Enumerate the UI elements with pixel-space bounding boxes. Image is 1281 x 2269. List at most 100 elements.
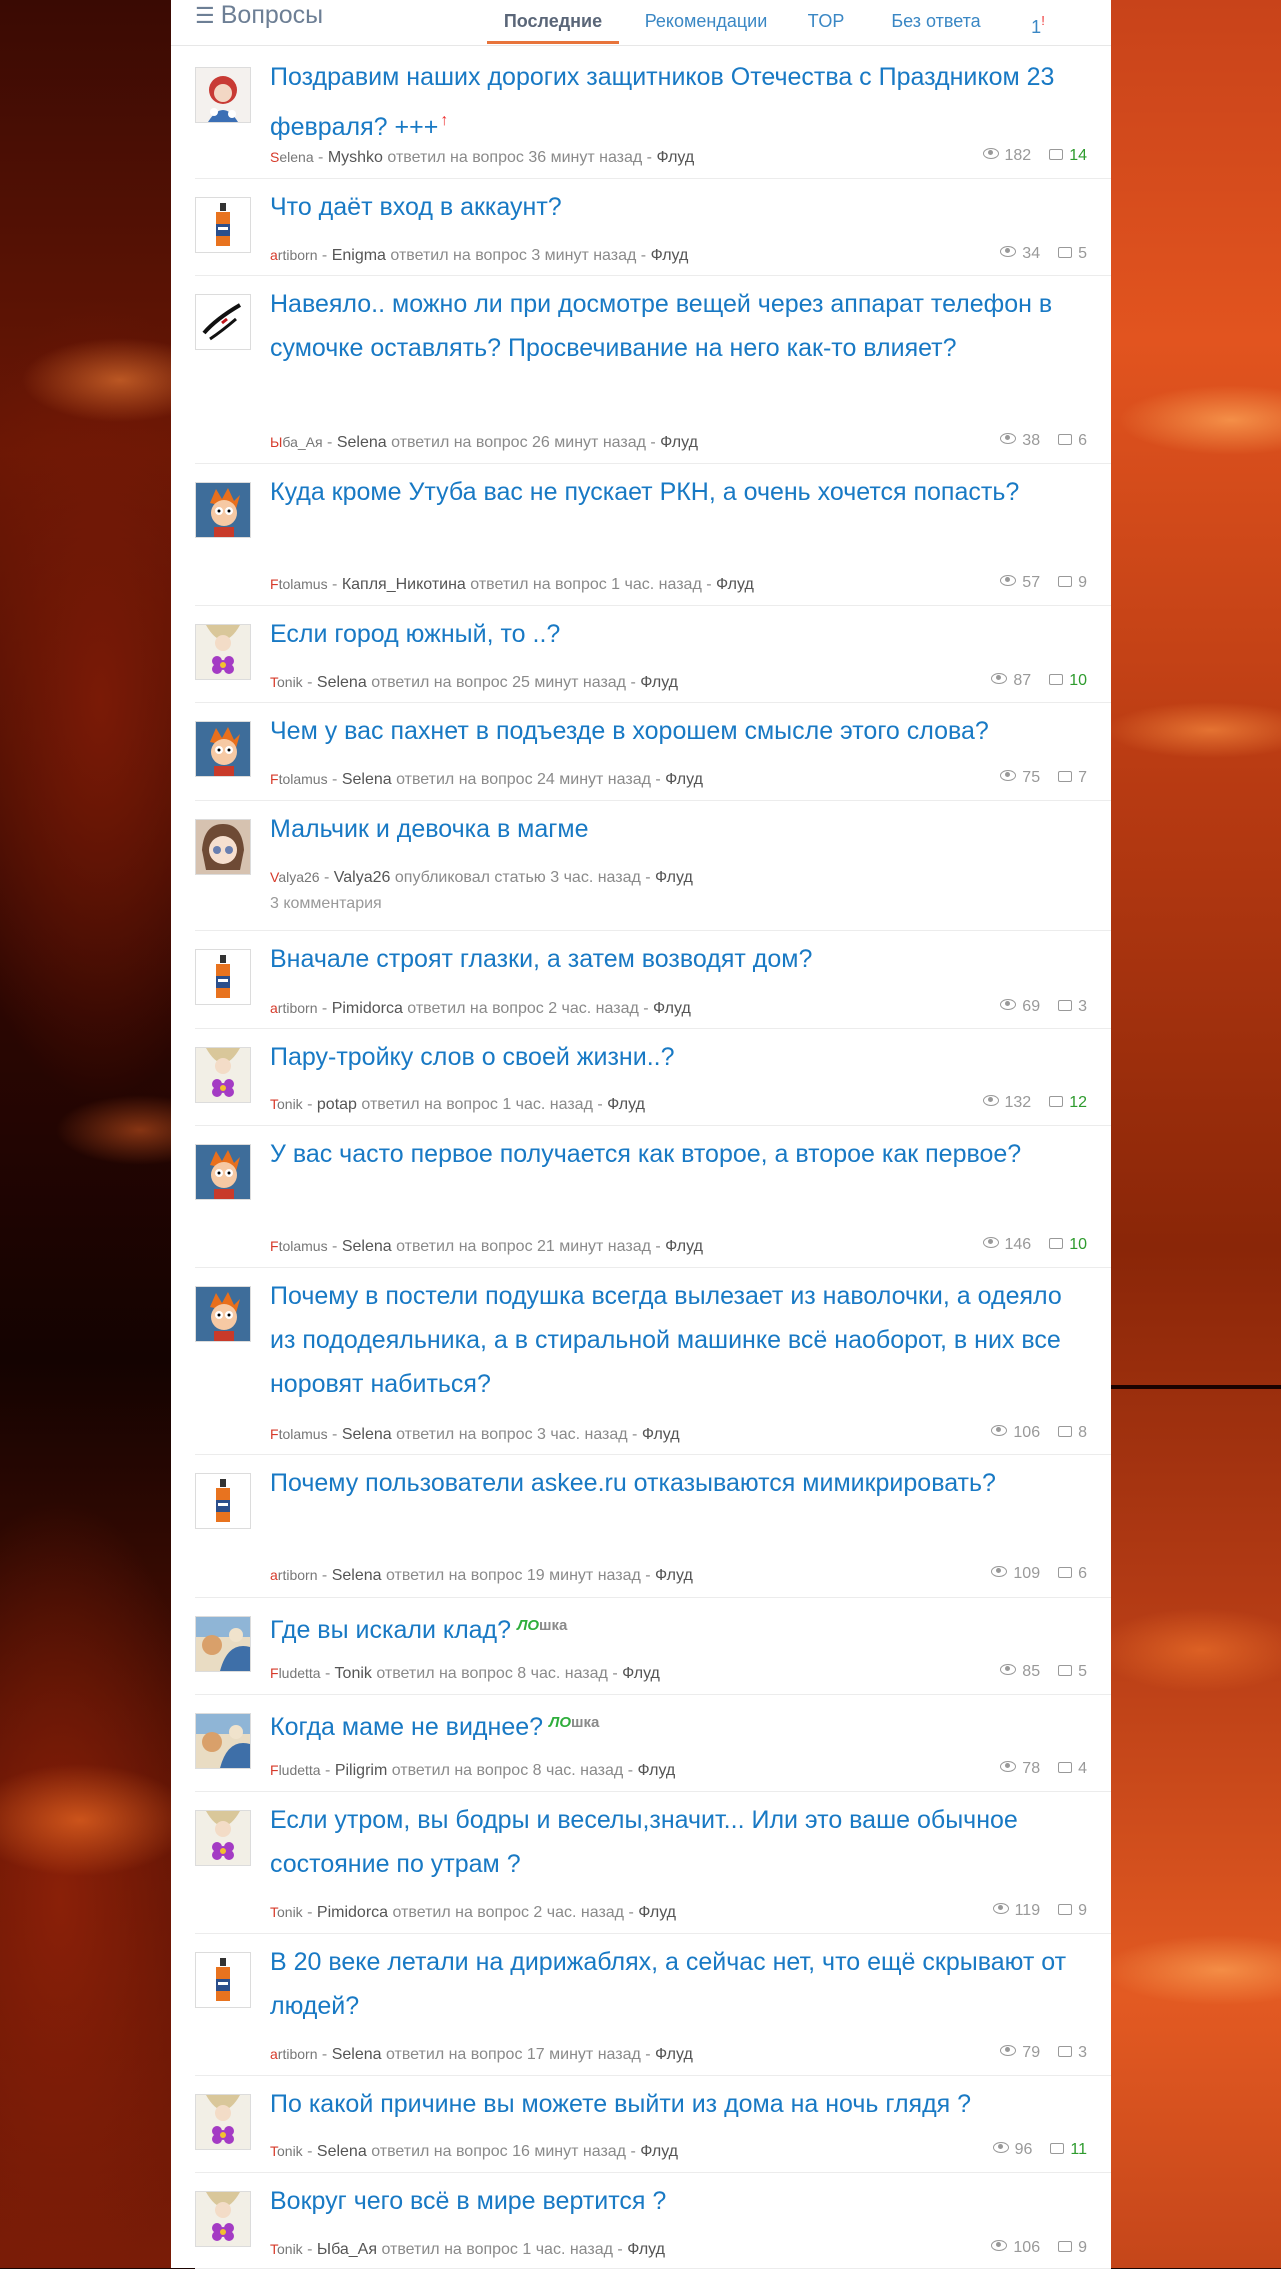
author-name[interactable]: Ftolamus: [270, 576, 328, 592]
question-title[interactable]: Вокруг чего всё в мире вертится ?: [270, 2179, 1070, 2223]
last-user[interactable]: Selena: [342, 1426, 392, 1443]
avatar[interactable]: [195, 67, 251, 123]
avatar[interactable]: [195, 721, 251, 777]
author-name[interactable]: artiborn: [270, 2046, 317, 2062]
category-link[interactable]: Флуд: [627, 2241, 665, 2258]
category-link[interactable]: Флуд: [640, 674, 678, 691]
author-name[interactable]: artiborn: [270, 1567, 317, 1583]
category-link[interactable]: Флуд: [653, 1000, 691, 1017]
author-name[interactable]: Tonik: [270, 1096, 303, 1112]
category-link[interactable]: Флуд: [656, 149, 694, 166]
last-user[interactable]: Selena: [342, 1238, 392, 1255]
avatar[interactable]: [195, 1713, 251, 1769]
author-name[interactable]: artiborn: [270, 247, 317, 263]
tab-recommendations[interactable]: Рекомендации: [636, 0, 776, 44]
avatar[interactable]: [195, 949, 251, 1005]
author-name[interactable]: Ftolamus: [270, 1238, 328, 1254]
last-user[interactable]: Капля_Никотина: [342, 576, 466, 593]
last-user[interactable]: Selena: [317, 674, 367, 691]
category-link[interactable]: Флуд: [622, 1665, 660, 1682]
category-link[interactable]: Флуд: [607, 1096, 645, 1113]
author-name[interactable]: Tonik: [270, 1904, 303, 1920]
last-user[interactable]: Pimidorca: [332, 1000, 403, 1017]
question-stats: 87 10: [991, 672, 1087, 690]
category-link[interactable]: Флуд: [640, 2143, 678, 2160]
avatar[interactable]: [195, 2191, 251, 2247]
comments-count-text[interactable]: 3 комментария: [270, 895, 970, 913]
question-title[interactable]: Где вы искали клад? ЛОшка: [270, 1604, 1070, 1652]
author-name[interactable]: Ftolamus: [270, 1426, 328, 1442]
category-link[interactable]: Флуд: [655, 2046, 693, 2063]
category-link[interactable]: Флуд: [642, 1426, 680, 1443]
last-user[interactable]: Piligrim: [335, 1762, 387, 1779]
last-user[interactable]: Selena: [342, 771, 392, 788]
category-link[interactable]: Флуд: [638, 1904, 676, 1921]
category-link[interactable]: Флуд: [665, 1238, 703, 1255]
last-user[interactable]: Selena: [337, 434, 387, 451]
avatar[interactable]: [195, 2094, 251, 2150]
avatar[interactable]: [195, 819, 251, 875]
avatar[interactable]: [195, 1144, 251, 1200]
question-title[interactable]: Что даёт вход в аккаунт?: [270, 185, 1070, 229]
avatar[interactable]: [195, 1616, 251, 1672]
question-title[interactable]: В 20 веке летали на дирижаблях, а сейчас…: [270, 1940, 1070, 2028]
category-link[interactable]: Флуд: [716, 576, 754, 593]
last-user[interactable]: Myshko: [328, 149, 383, 166]
avatar[interactable]: [195, 1047, 251, 1103]
author-name[interactable]: Selena: [270, 149, 314, 165]
last-user[interactable]: Valya26: [334, 869, 391, 886]
author-name[interactable]: Tonik: [270, 674, 303, 690]
question-title[interactable]: Если утром, вы бодры и веселы,значит... …: [270, 1798, 1070, 1886]
author-name[interactable]: Valya26: [270, 869, 320, 885]
author-name[interactable]: artiborn: [270, 1000, 317, 1016]
question-meta: artiborn - Pimidorca ответил на вопрос 2…: [270, 1000, 691, 1017]
avatar[interactable]: [195, 1952, 251, 2008]
question-title[interactable]: Куда кроме Утуба вас не пускает РКН, а о…: [270, 470, 1070, 514]
avatar[interactable]: [195, 294, 251, 350]
question-title[interactable]: Вначале строят глазки, а затем возводят …: [270, 937, 1070, 981]
tab-top[interactable]: TOP: [801, 0, 851, 44]
question-title[interactable]: Если город южный, то ..?: [270, 612, 1070, 656]
avatar[interactable]: [195, 1286, 251, 1342]
category-link[interactable]: Флуд: [655, 1567, 693, 1584]
tab-unanswered[interactable]: Без ответа: [881, 0, 991, 44]
last-user[interactable]: Enigma: [332, 247, 386, 264]
last-user[interactable]: Selena: [332, 1567, 382, 1584]
author-name[interactable]: Tonik: [270, 2143, 303, 2159]
avatar[interactable]: [195, 482, 251, 538]
author-name[interactable]: Ftolamus: [270, 771, 328, 787]
avatar[interactable]: [195, 1473, 251, 1529]
question-title[interactable]: По какой причине вы можете выйти из дома…: [270, 2082, 1070, 2126]
avatar[interactable]: [195, 1810, 251, 1866]
author-name[interactable]: Ыба_Ая: [270, 434, 323, 450]
category-link[interactable]: Флуд: [660, 434, 698, 451]
question-title[interactable]: Почему пользователи askee.ru отказываютс…: [270, 1461, 1070, 1505]
category-link[interactable]: Флуд: [651, 247, 689, 264]
author-name[interactable]: Fludetta: [270, 1762, 321, 1778]
question-title[interactable]: Чем у вас пахнет в подъезде в хорошем см…: [270, 709, 1070, 753]
category-link[interactable]: Флуд: [665, 771, 703, 788]
avatar[interactable]: [195, 624, 251, 680]
question-title[interactable]: Навеяло.. можно ли при досмотре вещей че…: [270, 282, 1070, 370]
author-name[interactable]: Tonik: [270, 2241, 303, 2257]
last-user[interactable]: Pimidorca: [317, 1904, 388, 1921]
question-title[interactable]: У вас часто первое получается как вторoе…: [270, 1132, 1070, 1176]
question-title[interactable]: Мальчик и девочка в магме: [270, 807, 1070, 851]
category-link[interactable]: Флуд: [655, 869, 693, 886]
activity-text: ответил на вопрос 21 минут назад: [396, 1238, 651, 1255]
author-name[interactable]: Fludetta: [270, 1665, 321, 1681]
avatar[interactable]: [195, 197, 251, 253]
last-user[interactable]: Selena: [317, 2143, 367, 2160]
category-link[interactable]: Флуд: [637, 1762, 675, 1779]
tab-latest[interactable]: Последние: [487, 0, 619, 44]
activity-text: ответил на вопрос 16 минут назад: [371, 2143, 627, 2160]
last-user[interactable]: Tonik: [335, 1665, 372, 1682]
question-title[interactable]: Когда маме не виднее? ЛОшка: [270, 1701, 1070, 1749]
last-user[interactable]: Selena: [332, 2046, 382, 2063]
last-user[interactable]: potap: [317, 1096, 357, 1113]
tab-notifications[interactable]: 1!: [1023, 0, 1053, 44]
last-user[interactable]: Ыба_Ая: [317, 2241, 377, 2258]
question-title[interactable]: Поздравим наших дорогих защитников Отече…: [270, 55, 1070, 149]
question-title[interactable]: Почему в постели подушка всегда вылезает…: [270, 1274, 1070, 1406]
question-title[interactable]: Пару-тройку слов о своей жизни..?: [270, 1035, 1070, 1079]
